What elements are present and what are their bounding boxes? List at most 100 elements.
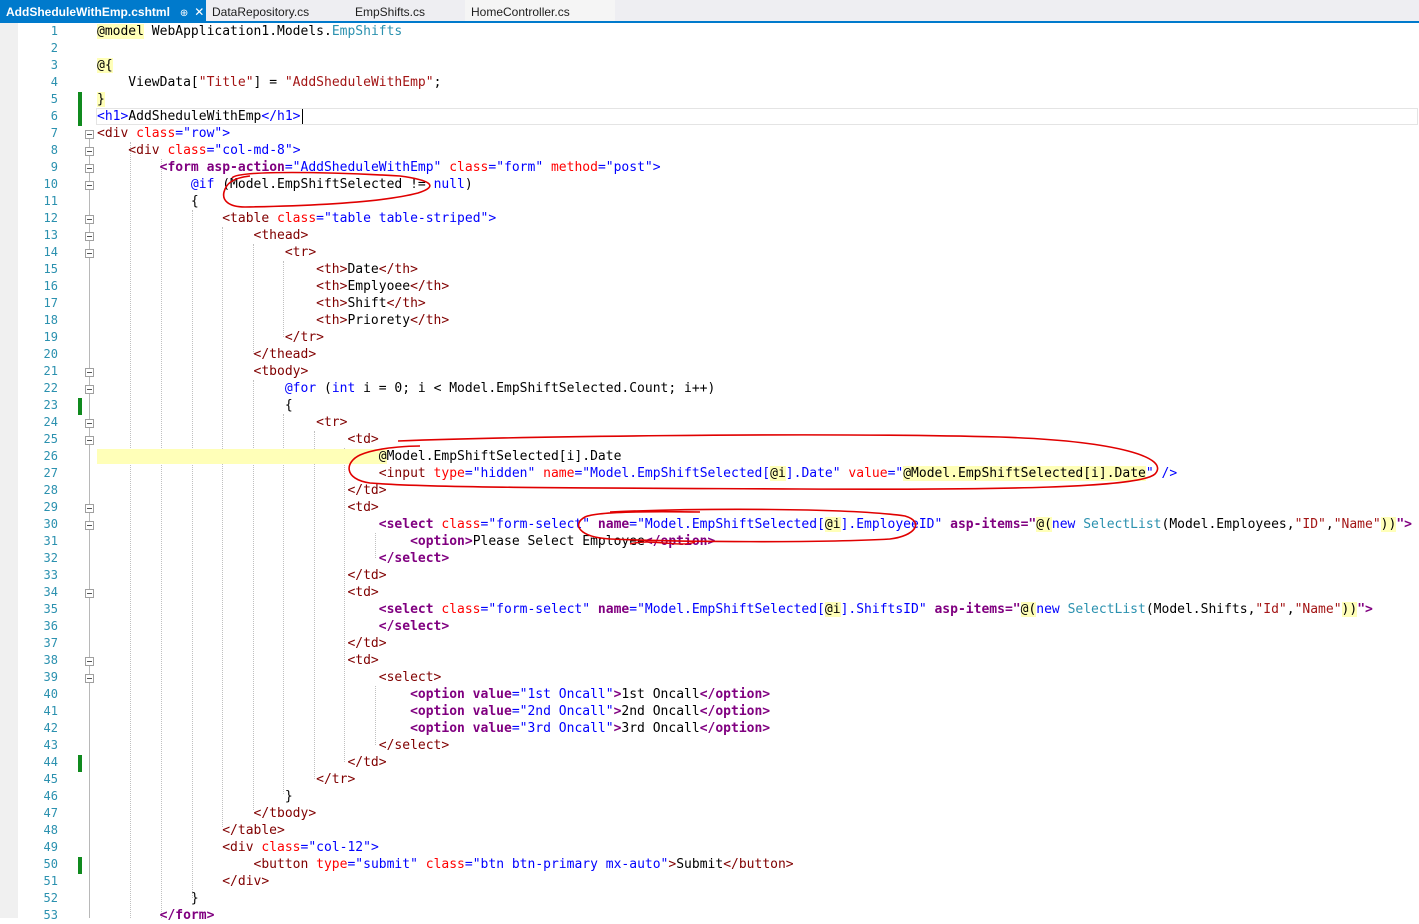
collapse-toggle-icon[interactable]: [85, 674, 94, 683]
code-line-6: <h1>AddSheduleWithEmp</h1>: [97, 109, 301, 124]
line-number: 44: [43, 755, 58, 769]
code-line-8: <div class="col-md-8">: [97, 143, 301, 158]
collapse-toggle-icon[interactable]: [85, 249, 94, 258]
line-number: 53: [43, 908, 58, 922]
line-number: 5: [50, 92, 58, 106]
code-line-45: </tr>: [97, 772, 356, 787]
line-number: 9: [50, 160, 58, 174]
collapse-toggle-icon[interactable]: [85, 215, 94, 224]
tab-label: HomeController.cs: [471, 5, 570, 19]
collapse-toggle-icon[interactable]: [85, 419, 94, 428]
collapse-toggle-icon[interactable]: [85, 232, 94, 241]
collapse-toggle-icon[interactable]: [85, 589, 94, 598]
line-number: 25: [43, 432, 58, 446]
line-number: 12: [43, 211, 58, 225]
line-number: 49: [43, 840, 58, 854]
code-line-7: <div class="row">: [97, 126, 231, 141]
line-number: 47: [43, 806, 58, 820]
code-line-49: <div class="col-12">: [97, 840, 379, 855]
code-line-43: </select>: [97, 738, 450, 753]
line-number: 52: [43, 891, 58, 905]
code-line-28: </td>: [97, 483, 387, 498]
line-number: 38: [43, 653, 58, 667]
change-marker: [78, 92, 82, 109]
line-number: 16: [43, 279, 58, 293]
code-line-39: <select>: [97, 670, 442, 685]
collapse-toggle-icon[interactable]: [85, 368, 94, 377]
code-line-40: <option value="1st Oncall">1st Oncall</o…: [97, 687, 771, 702]
line-number: 15: [43, 262, 58, 276]
collapse-toggle-icon[interactable]: [85, 504, 94, 513]
code-line-22: @for (int i = 0; i < Model.EmpShiftSelec…: [97, 381, 716, 396]
line-number: 17: [43, 296, 58, 310]
line-number: 22: [43, 381, 58, 395]
code-line-12: <table class="table table-striped">: [97, 211, 497, 226]
pin-icon[interactable]: ⊕: [180, 8, 188, 19]
code-line-50: <button type="submit" class="btn btn-pri…: [97, 857, 794, 872]
code-line-10: @if (Model.EmpShiftSelected != null): [97, 177, 473, 192]
document-tab-bar: AddSheduleWithEmp.cshtml ⊕ ✕ DataRepositor…: [0, 0, 1419, 23]
line-number: 24: [43, 415, 58, 429]
code-line-17: <th>Shift</th>: [97, 296, 426, 311]
line-number: 46: [43, 789, 58, 803]
line-number: 43: [43, 738, 58, 752]
change-marker: [78, 857, 82, 874]
line-number: 33: [43, 568, 58, 582]
line-number: 40: [43, 687, 58, 701]
line-number: 32: [43, 551, 58, 565]
line-number: 11: [43, 194, 58, 208]
tab-datarepository[interactable]: DataRepository.cs: [206, 0, 349, 21]
tab-label: DataRepository.cs: [212, 5, 310, 19]
collapse-toggle-icon[interactable]: [85, 164, 94, 173]
collapse-toggle-icon[interactable]: [85, 657, 94, 666]
line-number: 42: [43, 721, 58, 735]
code-line-30: <select class="form-select" name="Model.…: [97, 517, 1412, 532]
code-line-34: <td>: [97, 585, 379, 600]
collapse-toggle-icon[interactable]: [85, 436, 94, 445]
code-line-20: </thead>: [97, 347, 317, 362]
line-number-margin: 1 2 3 4 5 6 7 8 9 10 11 12 13 14 15 16 17 18 19 20 21 22 23 24 2…: [18, 23, 66, 922]
line-number: 45: [43, 772, 58, 786]
collapse-toggle-icon[interactable]: [85, 385, 94, 394]
line-number: 4: [50, 75, 58, 89]
tab-empshifts[interactable]: EmpShifts.cs: [349, 0, 465, 21]
tab-addshedulewithemp[interactable]: AddSheduleWithEmp.cshtml ⊕ ✕: [0, 0, 206, 21]
code-line-42: <option value="3rd Oncall">3rd Oncall</o…: [97, 721, 771, 736]
line-number: 21: [43, 364, 58, 378]
close-icon[interactable]: ✕: [194, 5, 204, 19]
code-line-9: <form asp-action="AddSheduleWithEmp" cla…: [97, 160, 661, 175]
line-number: 23: [43, 398, 58, 412]
selection-margin[interactable]: [0, 23, 18, 918]
tab-homecontroller[interactable]: HomeController.cs: [465, 0, 615, 21]
collapse-toggle-icon[interactable]: [85, 521, 94, 530]
line-number: 41: [43, 704, 58, 718]
line-number: 20: [43, 347, 58, 361]
code-line-41: <option value="2nd Oncall">2nd Oncall</o…: [97, 704, 771, 719]
code-line-37: </td>: [97, 636, 387, 651]
line-number: 37: [43, 636, 58, 650]
code-line-1: @model WebApplication1.Models.EmpShifts: [97, 24, 403, 39]
code-line-16: <th>Emplyoee</th>: [97, 279, 450, 294]
code-line-47: </tbody>: [97, 806, 317, 821]
change-marker: [78, 755, 82, 772]
code-line-51: </div>: [97, 874, 270, 889]
code-line-15: <th>Date</th>: [97, 262, 418, 277]
line-number: 28: [43, 483, 58, 497]
code-line-33: </td>: [97, 568, 387, 583]
line-number: 1: [50, 24, 58, 38]
collapse-toggle-icon[interactable]: [85, 130, 94, 139]
code-line-53: </form>: [97, 908, 215, 923]
collapse-toggle-icon[interactable]: [85, 147, 94, 156]
line-number: 39: [43, 670, 58, 684]
line-number: 34: [43, 585, 58, 599]
line-number: 51: [43, 874, 58, 888]
code-line-25: <td>: [97, 432, 379, 447]
line-number: 18: [43, 313, 58, 327]
collapse-toggle-icon[interactable]: [85, 181, 94, 190]
line-number: 10: [43, 177, 58, 191]
code-line-29: <td>: [97, 500, 379, 515]
line-number: 19: [43, 330, 58, 344]
code-line-26: @Model.EmpShiftSelected[i].Date: [97, 449, 622, 464]
code-line-13: <thead>: [97, 228, 309, 243]
line-number: 35: [43, 602, 58, 616]
